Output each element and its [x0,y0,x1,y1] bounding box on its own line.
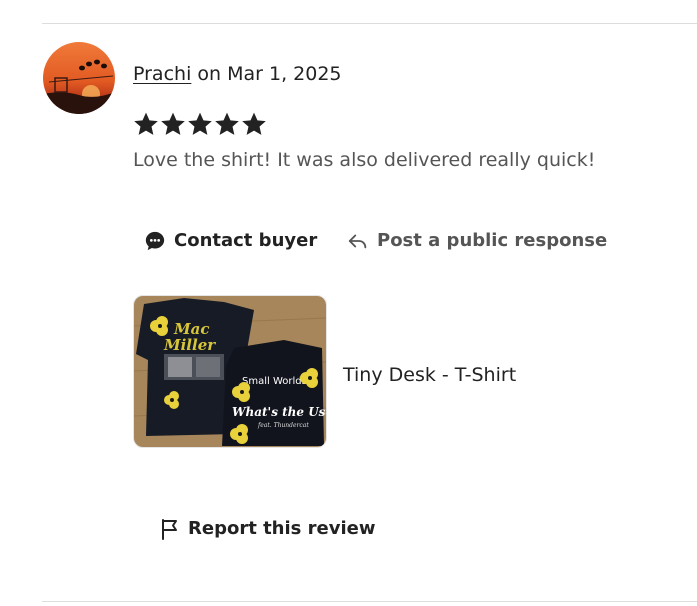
post-public-response-button[interactable]: Post a public response [347,229,607,253]
report-review-button[interactable]: Report this review [160,517,375,541]
contact-buyer-button[interactable]: Contact buyer [144,229,317,253]
reviewer-avatar[interactable] [43,42,115,114]
sunset-avatar-image [43,59,115,114]
tshirt-photo: Mac Miller Small Worlds What's the Use f… [134,296,326,447]
reviewer-name-link[interactable]: Prachi [133,63,191,85]
flag-icon [162,519,177,540]
star-icon [215,112,239,135]
review-date: Mar 1, 2025 [227,63,342,85]
review-meta: Prachi on Mar 1, 2025 [133,61,342,87]
star-icon [188,112,212,135]
chat-bubble-icon [145,231,165,251]
report-review-label: Report this review [188,518,376,539]
date-prefix: on [191,63,228,85]
product-thumbnail[interactable]: Mac Miller Small Worlds What's the Use f… [133,295,327,448]
product-name[interactable]: Tiny Desk - T-Shirt [343,362,516,388]
review-text: Love the shirt! It was also delivered re… [133,149,596,171]
post-public-response-label: Post a public response [377,230,608,251]
contact-buyer-label: Contact buyer [174,230,318,251]
reply-arrow-icon [348,234,367,249]
back-print-line2: What's the Use [232,405,326,419]
bottom-divider [42,601,697,602]
star-rating [133,111,267,137]
front-print-line2: Miller [163,336,216,354]
top-divider [42,23,697,24]
star-icon [161,112,185,135]
star-icon [134,112,158,135]
back-print-line1: Small Worlds [242,376,307,387]
star-icon [242,112,266,135]
back-print-line3: feat. Thundercat [257,422,309,429]
